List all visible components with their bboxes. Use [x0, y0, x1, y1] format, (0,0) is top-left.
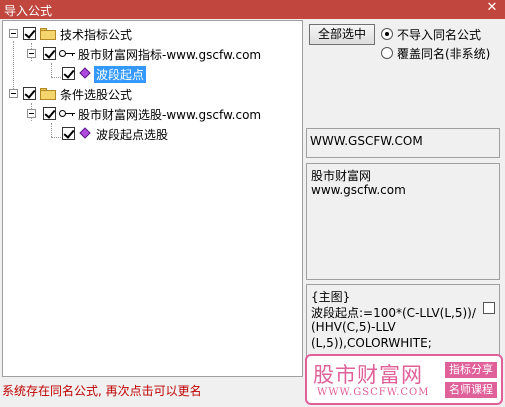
collapse-icon[interactable] [9, 89, 18, 98]
collapse-icon[interactable] [27, 49, 36, 58]
tree-label: 条件选股公式 [60, 88, 133, 102]
radio-label: 覆盖同名(非系统) [397, 47, 491, 61]
status-message: 系统存在同名公式, 再次点击可以更名 [2, 384, 202, 398]
formula-url-field: WWW.GSCFW.COM [306, 128, 500, 158]
watermark-url: WWW.GSCFW.COM [317, 387, 430, 398]
url-text: WWW.GSCFW.COM [310, 134, 423, 148]
folder-icon [40, 88, 56, 100]
description-line: www.gscfw.com [311, 183, 406, 197]
code-line: (HHV(C,5)-LLV [311, 320, 396, 334]
key-icon [59, 48, 75, 60]
radio-label: 不导入同名公式 [397, 28, 482, 42]
tree-node-group2-item[interactable]: 波段起点选股 [3, 125, 293, 143]
tree-node-group1[interactable]: 技术指标公式 [3, 25, 293, 43]
radio-button[interactable] [381, 47, 393, 59]
watermark-logo: 股市财富网 WWW.GSCFW.COM 指标分享 名师课程 [305, 354, 503, 405]
item1-checkbox[interactable] [62, 67, 75, 80]
formula-tree[interactable]: 技术指标公式 股市财富网指标-www.gscfw.com 波段起点 条件选股公式… [2, 20, 303, 377]
select-all-button[interactable]: 全部选中 [309, 24, 375, 45]
tree-node-group1-source[interactable]: 股市财富网指标-www.gscfw.com [3, 45, 293, 63]
tree-label: 波段起点选股 [96, 128, 169, 142]
tree-node-group1-item[interactable]: 波段起点 [3, 65, 293, 83]
item2-checkbox[interactable] [62, 127, 75, 140]
key-icon [59, 108, 75, 120]
description-line: 股市财富网 [311, 169, 372, 183]
source1-checkbox[interactable] [43, 47, 56, 60]
watermark-brand: 股市财富网 [313, 363, 423, 387]
code-line: 波段起点:=100*(C-LLV(L,5))/ [311, 306, 476, 320]
formula-description[interactable]: 股市财富网 www.gscfw.com [306, 163, 500, 280]
purple-diamond-icon [78, 67, 92, 80]
tree-label-selected: 波段起点 [94, 66, 147, 83]
source2-checkbox[interactable] [43, 107, 56, 120]
watermark-tag: 名师课程 [445, 382, 497, 398]
tree-node-group2-source[interactable]: 股市财富网选股-www.gscfw.com [3, 105, 293, 123]
radio-button[interactable] [381, 28, 393, 40]
tree-label: 股市财富网选股-www.gscfw.com [78, 108, 262, 122]
tree-label: 股市财富网指标-www.gscfw.com [78, 48, 262, 62]
tree-node-group2[interactable]: 条件选股公式 [3, 85, 293, 103]
window-title: 导入公式 [4, 4, 53, 18]
group1-checkbox[interactable] [23, 27, 36, 40]
code-line: {主图} [311, 290, 351, 304]
code-line: (L,5)),COLORWHITE; [311, 336, 432, 350]
title-bar: 导入公式 ✕ [0, 0, 505, 19]
collapse-icon[interactable] [9, 29, 18, 38]
tree-label: 技术指标公式 [60, 28, 133, 42]
group2-checkbox[interactable] [23, 87, 36, 100]
purple-diamond-icon [78, 127, 92, 140]
code-option-checkbox[interactable] [483, 302, 495, 314]
close-icon[interactable]: ✕ [485, 0, 499, 15]
collapse-icon[interactable] [27, 109, 36, 118]
watermark-tag: 指标分享 [445, 362, 497, 378]
folder-icon [40, 28, 56, 40]
